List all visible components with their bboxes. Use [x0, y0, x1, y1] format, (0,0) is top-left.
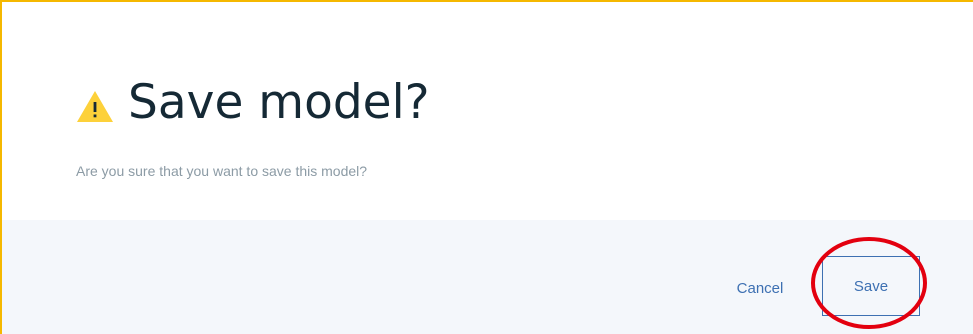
save-button[interactable]: Save — [822, 256, 920, 316]
modal-message: Are you sure that you want to save this … — [76, 163, 368, 179]
modal-body: Save model? Are you sure that you want t… — [2, 2, 973, 220]
title-row: Save model? — [76, 70, 430, 134]
warning-triangle-icon — [77, 91, 113, 122]
modal-dialog: Save model? Are you sure that you want t… — [0, 0, 973, 334]
modal-title: Save model? — [128, 74, 430, 130]
modal-footer: Cancel Save — [2, 220, 973, 334]
cancel-button[interactable]: Cancel — [714, 274, 806, 304]
